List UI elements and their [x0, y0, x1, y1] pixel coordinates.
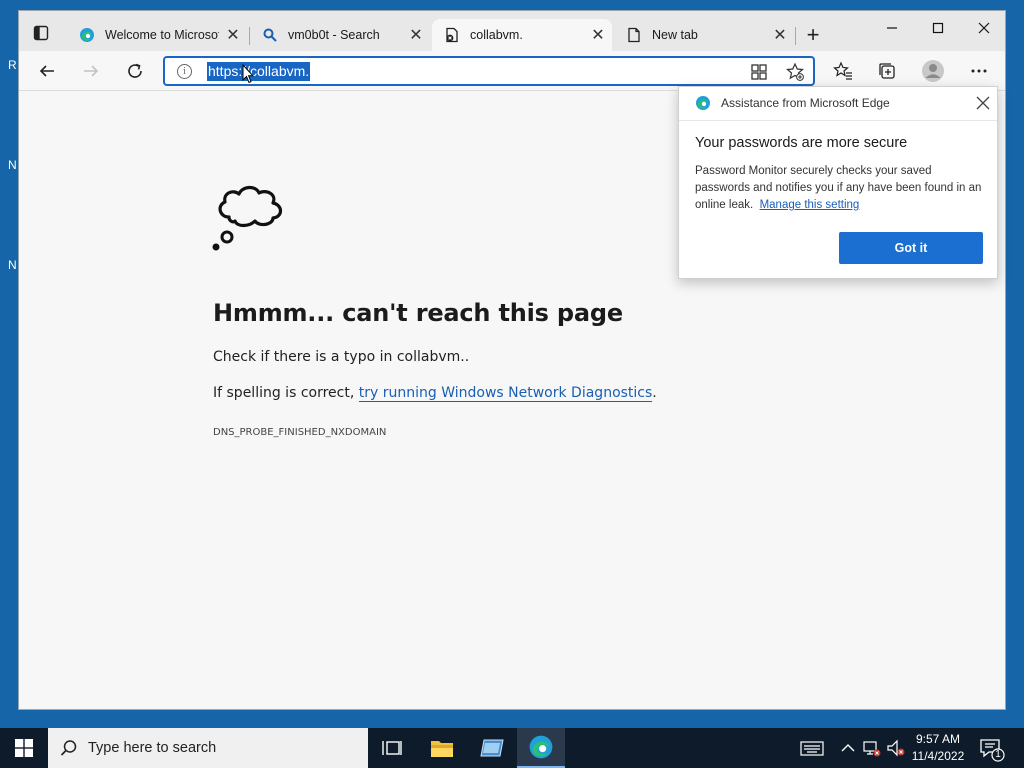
task-view-button[interactable]	[368, 728, 416, 768]
system-clock[interactable]: 9:57 AM 11/4/2022	[908, 731, 968, 765]
address-url-text[interactable]: https://collabvm.	[207, 62, 311, 81]
tab-label: Welcome to Microsoft	[105, 28, 219, 42]
tab-close-icon[interactable]: ✕	[584, 25, 612, 45]
file-explorer-button[interactable]	[418, 728, 466, 768]
minimize-button[interactable]	[869, 15, 915, 45]
task-view-icon	[382, 741, 402, 755]
flyout-title: Your passwords are more secure	[695, 135, 908, 151]
folder-icon	[431, 741, 453, 757]
edge-logo-icon	[529, 735, 553, 759]
search-icon	[263, 28, 277, 42]
browser-toolbar: i https://collabvm.	[19, 51, 1005, 91]
tab-label: vm0b0t - Search	[288, 28, 380, 42]
collections-icon	[879, 63, 895, 79]
page-icon	[628, 27, 640, 43]
clock-date: 11/4/2022	[911, 749, 965, 763]
clock-time: 9:57 AM	[915, 732, 961, 746]
collections-button[interactable]	[871, 57, 903, 85]
edge-logo-icon	[80, 28, 94, 42]
search-icon	[60, 740, 77, 756]
tab-strip: Welcome to Microsoft ✕ vm0b0t - Search ✕…	[19, 11, 1005, 51]
tab-close-icon[interactable]: ✕	[402, 25, 430, 45]
close-icon[interactable]	[971, 91, 995, 115]
favorites-icon	[833, 61, 852, 80]
tab-close-icon[interactable]: ✕	[219, 25, 247, 45]
taskbar-search-box[interactable]: Type here to search	[48, 728, 368, 768]
tab-label: collabvm.	[470, 28, 523, 42]
close-icon	[978, 22, 990, 34]
start-button[interactable]	[0, 728, 48, 768]
search-placeholder: Type here to search	[88, 740, 217, 756]
tab-close-icon[interactable]: ✕	[766, 25, 794, 45]
add-favorite-icon[interactable]	[785, 62, 805, 82]
profile-button[interactable]	[917, 57, 949, 85]
network-diagnostics-link[interactable]: try running Windows Network Diagnostics	[358, 385, 653, 402]
error-code: DNS_PROBE_FINISHED_NXDOMAIN	[213, 427, 387, 438]
site-info-icon[interactable]: i	[177, 64, 192, 79]
notification-count: 1	[995, 749, 1001, 760]
tab-welcome[interactable]: Welcome to Microsoft ✕	[67, 19, 247, 51]
password-monitor-flyout: Assistance from Microsoft Edge Your pass…	[678, 86, 998, 279]
flyout-body: Password Monitor securely checks your sa…	[695, 163, 985, 214]
refresh-button[interactable]	[119, 57, 151, 85]
flyout-header: Assistance from Microsoft Edge	[679, 87, 997, 121]
volume-icon[interactable]	[886, 738, 906, 758]
tab-separator	[795, 27, 796, 45]
desktop-icon-label-fragment[interactable]: N	[8, 158, 18, 172]
tab-new[interactable]: New tab ✕	[614, 19, 794, 51]
page-error-icon	[446, 27, 458, 43]
refresh-icon	[128, 63, 142, 78]
flyout-header-text: Assistance from Microsoft Edge	[721, 96, 890, 110]
edge-logo-icon	[696, 96, 710, 110]
minimize-icon	[887, 27, 897, 29]
mouse-cursor-icon	[242, 64, 254, 84]
tab-label: New tab	[652, 28, 698, 42]
tab-actions-icon	[33, 25, 49, 41]
forward-button[interactable]	[75, 57, 107, 85]
close-window-button[interactable]	[961, 15, 1007, 45]
back-button[interactable]	[31, 57, 63, 85]
chevron-up-icon[interactable]	[838, 738, 858, 758]
new-tab-button[interactable]: +	[799, 24, 827, 49]
spelling-hint-prefix: If spelling is correct,	[213, 385, 359, 401]
error-title: Hmmm... can't reach this page	[213, 299, 623, 327]
maximize-button[interactable]	[915, 15, 961, 45]
address-bar[interactable]: i https://collabvm.	[163, 56, 815, 86]
tab-actions-button[interactable]	[27, 23, 57, 47]
desktop-icon-label-fragment[interactable]: N	[8, 258, 18, 272]
taskbar: Type here to search 9:57 AM 11/4/2022 1	[0, 728, 1024, 768]
desktop-icon-label-fragment[interactable]: R	[8, 58, 18, 72]
app-available-icon[interactable]	[749, 62, 769, 82]
action-center-button[interactable]: 1	[978, 736, 1006, 762]
spelling-hint: If spelling is correct, try running Wind…	[213, 385, 657, 402]
tab-search[interactable]: vm0b0t - Search ✕	[250, 19, 430, 51]
thought-cloud-icon	[212, 185, 283, 251]
settings-menu-button[interactable]	[963, 57, 995, 85]
tab-collabvm-active[interactable]: collabvm. ✕	[432, 19, 612, 51]
got-it-button[interactable]: Got it	[839, 232, 983, 264]
edge-taskbar-button[interactable]	[517, 728, 565, 768]
maximize-icon	[932, 22, 944, 34]
back-arrow-icon	[39, 65, 54, 77]
favorites-button[interactable]	[827, 57, 859, 85]
spelling-hint-suffix: .	[652, 385, 657, 401]
manage-setting-link[interactable]: Manage this setting	[760, 199, 860, 211]
forward-arrow-icon	[84, 65, 99, 77]
keyboard-icon[interactable]	[800, 738, 824, 758]
windows-logo-icon	[15, 739, 33, 757]
network-icon[interactable]	[862, 738, 882, 758]
window-app-icon	[480, 739, 504, 757]
more-options-icon	[971, 69, 987, 73]
app-window-button[interactable]	[468, 728, 516, 768]
avatar-icon	[922, 60, 944, 82]
typo-hint: Check if there is a typo in collabvm..	[213, 349, 470, 365]
